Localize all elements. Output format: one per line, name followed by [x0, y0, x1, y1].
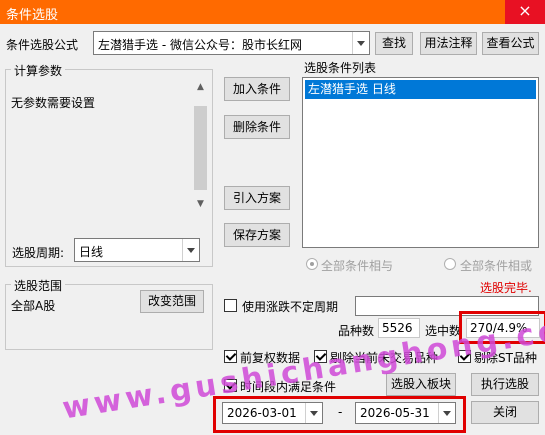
period-label: 选股周期:: [12, 246, 65, 260]
formula-value: 左潜猎手选 - 微信公众号：股市长红网: [98, 38, 302, 52]
condition-list[interactable]: 左潜猎手选 日线: [302, 77, 539, 248]
period-value: 日线: [79, 245, 104, 259]
status-text: 选股完毕.: [480, 281, 532, 295]
to-block-button[interactable]: 选股入板块: [386, 373, 456, 396]
close-icon[interactable]: ×: [505, 0, 545, 24]
scroll-thumb[interactable]: [194, 106, 207, 190]
usage-button[interactable]: 用法注释: [420, 32, 477, 55]
scope-value: 全部A股: [11, 299, 56, 313]
add-condition-button[interactable]: 加入条件: [224, 77, 290, 101]
period-select[interactable]: 日线: [74, 238, 200, 262]
start-date-picker[interactable]: 2026-03-01: [222, 402, 323, 424]
end-date-picker[interactable]: 2026-05-31: [355, 402, 456, 424]
find-button[interactable]: 查找: [375, 32, 413, 55]
window-title: 条件选股: [6, 8, 59, 23]
and-label: 全部条件相与: [321, 259, 394, 273]
change-scope-button[interactable]: 改变范围: [140, 290, 204, 313]
formula-label: 条件选股公式: [6, 38, 79, 52]
start-date-value: 2026-03-01: [227, 406, 297, 420]
view-formula-button[interactable]: 查看公式: [482, 32, 539, 55]
count-label: 品种数: [338, 324, 375, 338]
or-radio[interactable]: [444, 258, 456, 270]
condition-item[interactable]: 左潜猎手选 日线: [305, 80, 536, 99]
scope-title: 选股范围: [11, 277, 66, 294]
and-radio[interactable]: [306, 258, 318, 270]
end-date-value: 2026-05-31: [360, 406, 430, 420]
formula-select[interactable]: 左潜猎手选 - 微信公众号：股市长红网: [93, 31, 370, 55]
or-label: 全部条件相或: [460, 259, 533, 273]
title-bar: 条件选股 ×: [0, 0, 545, 24]
scroll-down-icon[interactable]: ▼: [193, 197, 208, 212]
condition-list-title: 选股条件列表: [304, 61, 377, 75]
execute-button[interactable]: 执行选股: [471, 373, 539, 396]
close-button[interactable]: 关闭: [471, 401, 539, 424]
scroll-up-icon[interactable]: ▲: [193, 80, 208, 95]
chevron-down-icon[interactable]: [305, 403, 322, 423]
chevron-down-icon[interactable]: [352, 32, 369, 54]
delete-condition-button[interactable]: 删除条件: [224, 115, 290, 139]
date-separator: -: [338, 405, 343, 419]
fq-checkbox[interactable]: [224, 350, 237, 363]
chevron-down-icon[interactable]: [438, 403, 455, 423]
chevron-down-icon[interactable]: [182, 239, 199, 261]
unfixed-period-label: 使用涨跌不定周期: [242, 300, 339, 314]
save-plan-button[interactable]: 保存方案: [224, 223, 290, 247]
params-scrollbar[interactable]: ▲ ▼: [193, 80, 208, 212]
params-text: 无参数需要设置: [11, 96, 96, 110]
import-plan-button[interactable]: 引入方案: [224, 186, 290, 210]
unfixed-period-checkbox[interactable]: [224, 299, 237, 312]
params-title: 计算参数: [11, 62, 66, 79]
